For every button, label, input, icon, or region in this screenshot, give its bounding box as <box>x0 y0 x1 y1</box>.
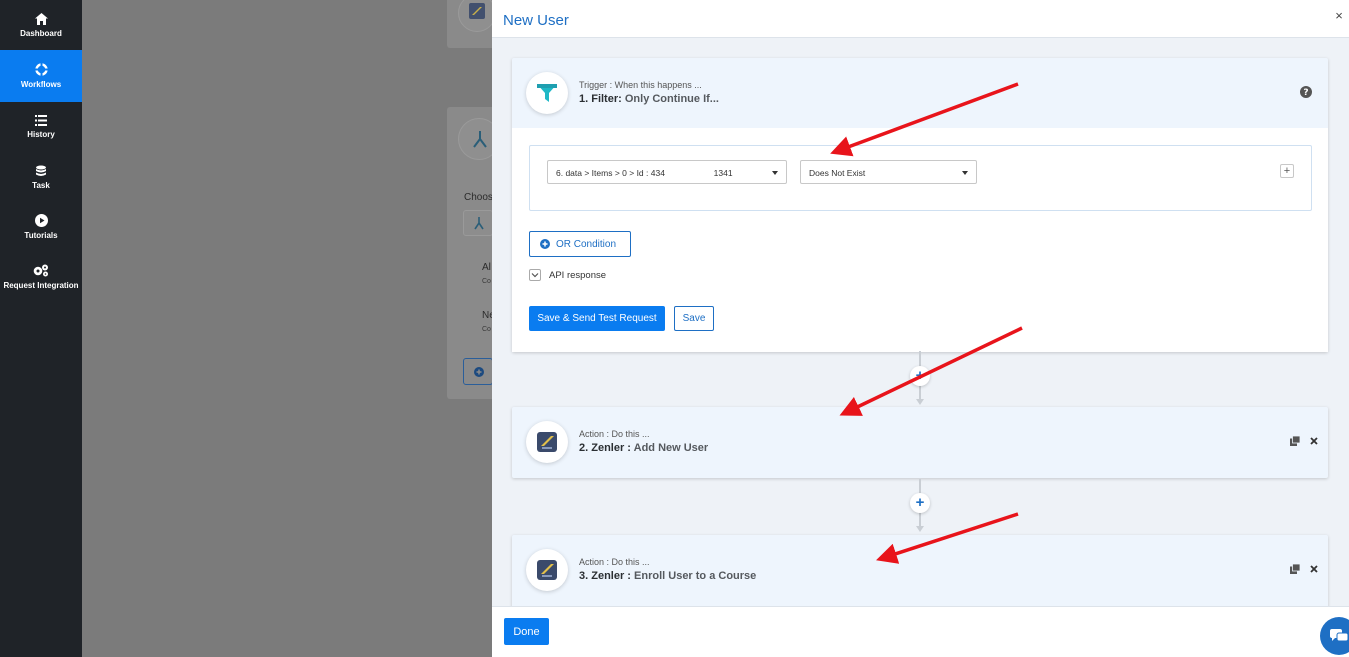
sidebar-item-label: Workflows <box>20 80 62 89</box>
add-step-button[interactable]: + <box>910 366 930 386</box>
play-icon <box>34 214 48 227</box>
sidebar-item-label: Dashboard <box>20 28 62 38</box>
step-kind: Trigger : When this happens ... <box>579 80 702 90</box>
step-event: Add New User <box>633 442 709 454</box>
step-kind: Action : Do this ... <box>579 429 650 439</box>
field-select[interactable]: 6. data > Items > 0 > Id : 434 1341 <box>547 160 787 184</box>
api-response-label: API response <box>549 269 607 281</box>
step-event: Only Continue If... <box>624 93 719 105</box>
add-step-button[interactable]: + <box>910 493 930 513</box>
filter-body: 6. data > Items > 0 > Id : 434 1341 Does… <box>512 128 1328 352</box>
modal-header: New User × <box>492 0 1349 38</box>
zenler-icon <box>526 549 568 591</box>
background-item-title: Ne <box>482 310 492 321</box>
step-header: Action : Do this ... 3. Zenler : Enroll … <box>512 535 1328 605</box>
background-branch-box <box>463 210 492 236</box>
step-title: 2. Zenler : Add New User <box>579 442 708 454</box>
step-add-new-user[interactable]: Action : Do this ... 2. Zenler : Add New… <box>512 407 1328 478</box>
close-icon[interactable]: × <box>1333 8 1345 23</box>
field-select-suffix: 1341 <box>713 168 733 178</box>
condition-group: 6. data > Items > 0 > Id : 434 1341 Does… <box>529 145 1312 211</box>
step-filter: Trigger : When this happens ... 1. Filte… <box>512 58 1328 352</box>
background-item-sub: Co <box>482 326 491 333</box>
home-icon <box>34 12 48 25</box>
background-branch-icon <box>458 118 492 160</box>
chevron-down-icon <box>529 269 541 281</box>
operator-select-value: Does Not Exist <box>809 168 866 178</box>
step-header[interactable]: Trigger : When this happens ... 1. Filte… <box>512 58 1328 128</box>
help-icon[interactable]: ? <box>1300 85 1312 103</box>
sidebar-item-label: Request Integration <box>3 281 79 290</box>
step-app: 1. Filter: <box>579 93 622 105</box>
step-title: 3. Zenler : Enroll User to a Course <box>579 570 756 582</box>
sidebar-item-label: History <box>27 130 55 139</box>
chevron-down-icon <box>962 171 968 175</box>
operator-select[interactable]: Does Not Exist <box>800 160 977 184</box>
step-actions <box>1290 564 1318 574</box>
save-button[interactable]: Save <box>674 306 714 331</box>
modal-footer: Done <box>492 606 1349 657</box>
step-event: Enroll User to a Course <box>634 570 757 582</box>
delete-icon[interactable] <box>1310 565 1318 573</box>
background-zenler-icon <box>458 0 492 32</box>
step-header: Action : Do this ... 2. Zenler : Add New… <box>512 407 1328 477</box>
background-page: Choos Al Co Ne Co <box>82 0 492 657</box>
sidebar-item-history[interactable]: History <box>0 102 82 152</box>
step-actions <box>1290 436 1318 446</box>
plus-circle-icon <box>540 239 550 249</box>
or-condition-button[interactable]: OR Condition <box>529 231 631 257</box>
sidebar: Dashboard Workflows History Task Tutoria… <box>0 0 82 657</box>
save-send-test-button[interactable]: Save & Send Test Request <box>529 306 665 331</box>
step-enroll-user[interactable]: Action : Do this ... 3. Zenler : Enroll … <box>512 535 1328 606</box>
sidebar-item-dashboard[interactable]: Dashboard <box>0 0 82 50</box>
chevron-down-icon <box>772 171 778 175</box>
svg-text:?: ? <box>1303 88 1308 98</box>
arrow-down-icon <box>916 399 924 405</box>
modal-title: New User <box>503 12 569 29</box>
new-user-modal: New User × Trigger : When this happens .… <box>492 0 1349 657</box>
history-icon <box>35 115 47 126</box>
arrow-down-icon <box>916 526 924 532</box>
done-button[interactable]: Done <box>504 618 549 645</box>
sidebar-item-request-integration[interactable]: Request Integration <box>0 252 82 302</box>
step-app: 3. Zenler : <box>579 570 631 582</box>
copy-icon[interactable] <box>1290 564 1300 574</box>
chat-icon[interactable] <box>1320 617 1349 655</box>
workflows-icon <box>34 63 48 76</box>
background-add-button <box>463 358 492 385</box>
step-app: 2. Zenler : <box>579 442 631 454</box>
field-select-value: 6. data > Items > 0 > Id : 434 <box>556 168 665 178</box>
sidebar-item-workflows[interactable]: Workflows <box>0 50 82 102</box>
sidebar-item-label: Task <box>32 180 50 190</box>
filter-icon <box>526 72 568 114</box>
sidebar-item-label: Tutorials <box>24 231 58 240</box>
add-condition-button[interactable]: + <box>1280 164 1294 178</box>
step-kind: Action : Do this ... <box>579 557 650 567</box>
background-choose-label: Choos <box>464 192 492 203</box>
background-item-title: Al <box>482 262 491 273</box>
delete-icon[interactable] <box>1310 437 1318 445</box>
gears-icon <box>33 264 48 277</box>
modal-body: Trigger : When this happens ... 1. Filte… <box>492 39 1349 606</box>
or-condition-label: OR Condition <box>556 238 617 250</box>
api-response-toggle[interactable]: API response <box>529 269 606 281</box>
zenler-icon <box>526 421 568 463</box>
step-title: 1. Filter: Only Continue If... <box>579 93 719 105</box>
background-item-sub: Co <box>482 278 491 285</box>
task-icon <box>36 165 46 176</box>
sidebar-item-tutorials[interactable]: Tutorials <box>0 202 82 252</box>
sidebar-item-task[interactable]: Task <box>0 152 82 202</box>
copy-icon[interactable] <box>1290 436 1300 446</box>
